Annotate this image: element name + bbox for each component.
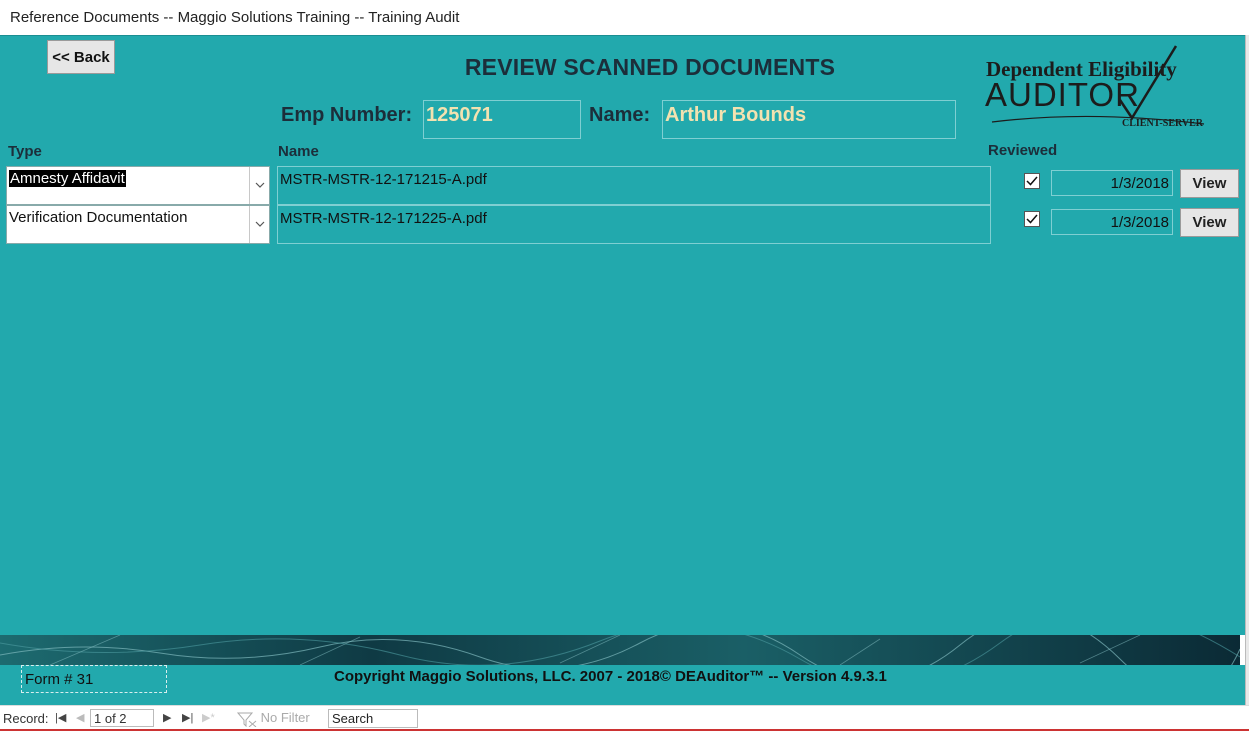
- record-navigation-bar: Record: |◀ ◀ 1 of 2 ▶ ▶| ▶* No Filter Se…: [0, 705, 1249, 731]
- type-column-header: Type: [8, 143, 42, 160]
- marble-texture-image: [0, 635, 1240, 665]
- window-titlebar: Reference Documents -- Maggio Solutions …: [0, 0, 1249, 35]
- next-record-icon[interactable]: ▶: [163, 711, 171, 724]
- reviewed-checkbox-row-2[interactable]: [1024, 211, 1040, 227]
- checkmark-icon: [1026, 214, 1038, 224]
- checkmark-icon: [1026, 176, 1038, 186]
- current-record-field[interactable]: 1 of 2: [90, 709, 154, 727]
- name-label: Name:: [589, 104, 651, 126]
- window-title: Reference Documents -- Maggio Solutions …: [10, 9, 460, 26]
- form-number: Form # 31: [21, 665, 167, 693]
- back-button[interactable]: << Back: [47, 40, 115, 74]
- view-button-row-2[interactable]: View: [1180, 208, 1239, 237]
- chevron-down-icon[interactable]: [249, 167, 269, 204]
- name-column-header: Name: [278, 143, 319, 160]
- filter-funnel-icon: [236, 712, 257, 727]
- new-record-icon[interactable]: ▶*: [202, 711, 215, 724]
- emp-number-label: Emp Number:: [281, 104, 413, 126]
- chevron-down-icon[interactable]: [249, 206, 269, 243]
- document-name-row-2[interactable]: MSTR-MSTR-12-171225-A.pdf: [277, 205, 991, 244]
- previous-record-icon[interactable]: ◀: [76, 711, 84, 724]
- page-title: REVIEW SCANNED DOCUMENTS: [464, 54, 836, 80]
- emp-number-field[interactable]: 125071: [423, 100, 581, 139]
- first-record-icon[interactable]: |◀: [55, 711, 66, 724]
- type-value: Verification Documentation: [9, 209, 188, 226]
- type-combo-row-2[interactable]: Verification Documentation: [6, 205, 270, 244]
- dependent-eligibility-auditor-logo: Dependent Eligibility AUDITOR CLIENT-SER…: [980, 40, 1208, 135]
- reviewed-column-header: Reviewed: [988, 142, 1058, 159]
- reviewed-checkbox-row-1[interactable]: [1024, 173, 1040, 189]
- reviewed-date-row-1[interactable]: 1/3/2018: [1051, 170, 1173, 196]
- marble-band: [0, 635, 1240, 665]
- copyright-text: Copyright Maggio Solutions, LLC. 2007 - …: [334, 668, 887, 685]
- reviewed-date-row-2[interactable]: 1/3/2018: [1051, 209, 1173, 235]
- record-label: Record:: [3, 711, 49, 726]
- view-button-row-1[interactable]: View: [1180, 169, 1239, 198]
- document-name-row-1[interactable]: MSTR-MSTR-12-171215-A.pdf: [277, 166, 991, 205]
- last-record-icon[interactable]: ▶|: [182, 711, 193, 724]
- no-filter-label: No Filter: [260, 710, 310, 725]
- search-box[interactable]: Search: [328, 709, 418, 728]
- type-combo-row-1[interactable]: Amnesty Affidavit: [6, 166, 270, 205]
- window-edge: [1245, 35, 1249, 705]
- filter-indicator[interactable]: No Filter: [236, 710, 310, 727]
- logo-line-3: CLIENT-SERVER: [1122, 118, 1203, 129]
- logo-line-2: AUDITOR: [985, 76, 1140, 113]
- employee-name-field[interactable]: Arthur Bounds: [662, 100, 956, 139]
- type-value: Amnesty Affidavit: [9, 170, 126, 187]
